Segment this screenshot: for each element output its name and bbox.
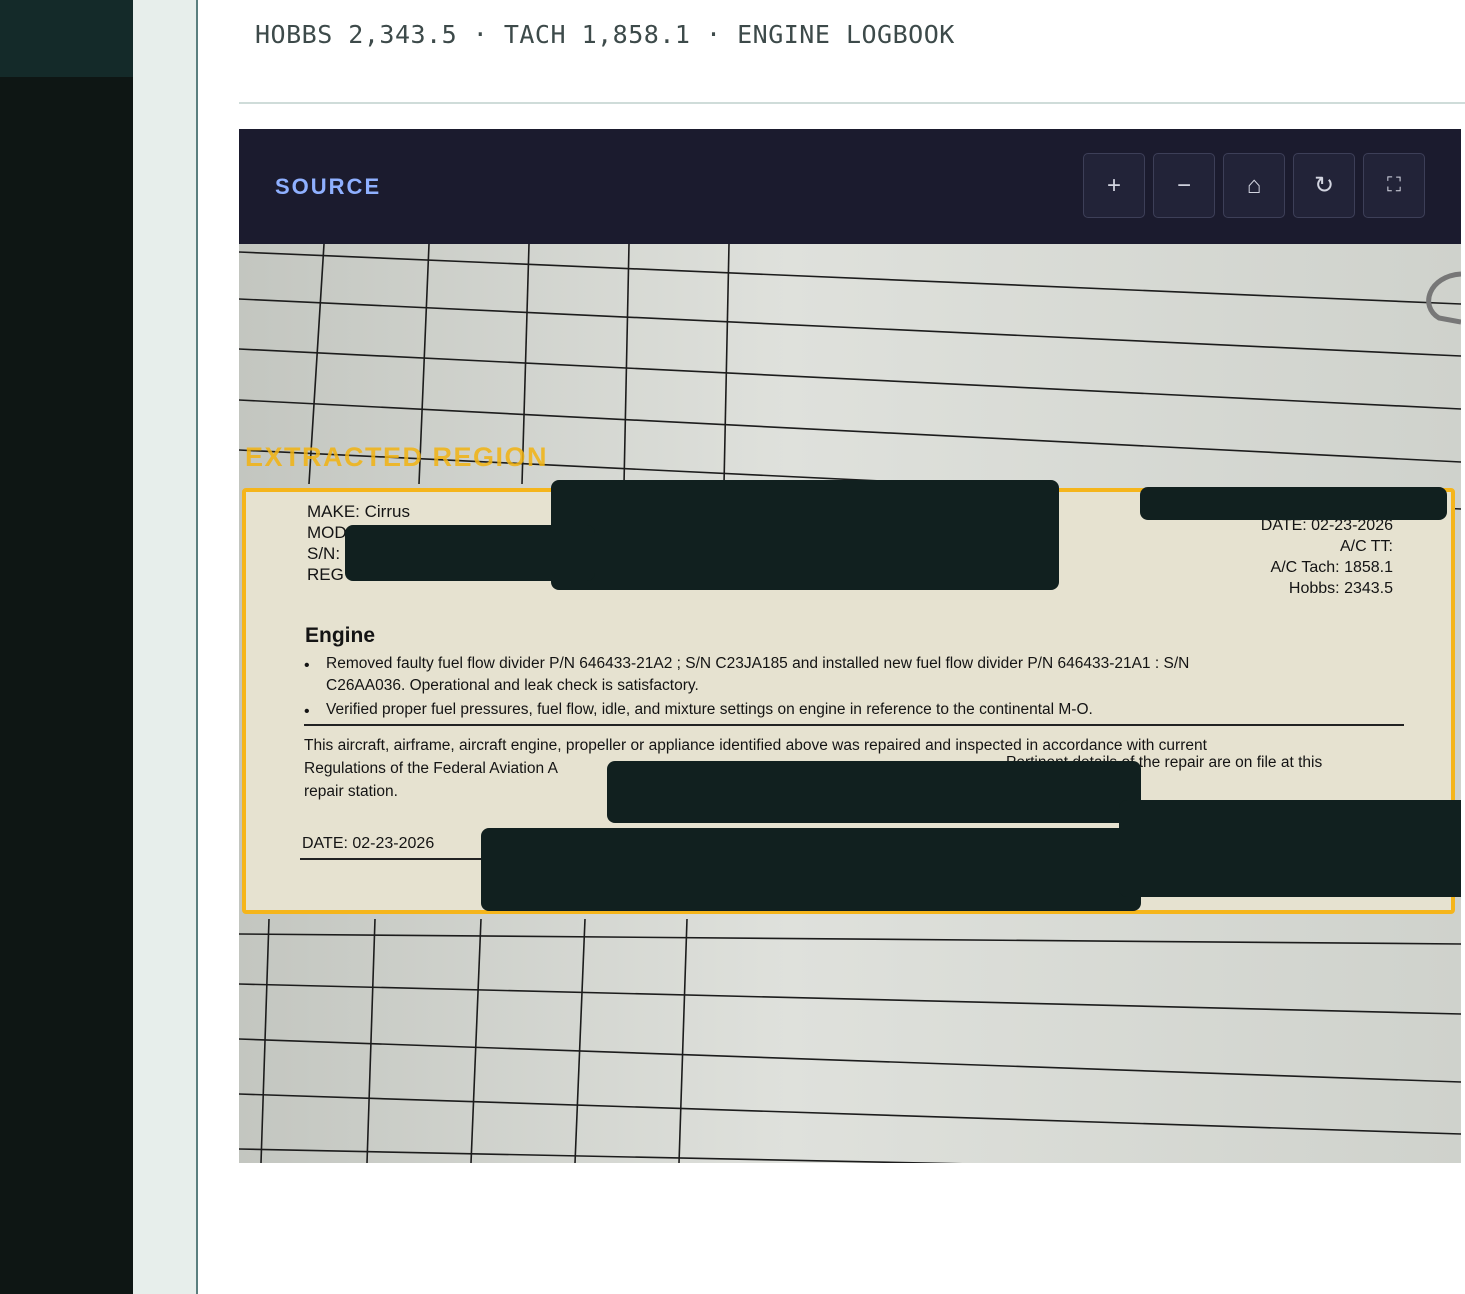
gutter [133, 0, 197, 1294]
section-divider [239, 102, 1465, 104]
doc-cert-line-2: Regulations of the Federal Aviation A [304, 760, 558, 777]
doc-cert-line-3: repair station. [304, 783, 398, 800]
redaction-block [1140, 487, 1447, 520]
doc-rule [304, 724, 1404, 726]
source-image[interactable]: EXTRACTED REGION MAKE: Cirrus MOD S/N: R… [239, 244, 1461, 1163]
doc-model: MOD [307, 523, 347, 542]
doc-bullet-2: Verified proper fuel pressures, fuel flo… [326, 701, 1093, 718]
zoom-out-button[interactable]: − [1153, 153, 1215, 218]
redaction-block [1119, 800, 1461, 897]
doc-ac-tt: A/C TT: [1339, 538, 1393, 555]
vertical-divider [196, 0, 198, 1294]
doc-date-bottom: DATE: 02-23-2026 [302, 835, 435, 852]
doc-make: MAKE: Cirrus [307, 502, 410, 521]
doc-bullet-1-line-2: C26AA036. Operational and leak check is … [326, 677, 699, 694]
record-meta-line: HOBBS 2,343.5 · TACH 1,858.1 · ENGINE LO… [255, 20, 955, 49]
rotate-button[interactable]: ↻ [1293, 153, 1355, 218]
zoom-in-button[interactable]: + [1083, 153, 1145, 218]
redaction-block [345, 525, 595, 581]
doc-section-title: Engine [305, 624, 376, 647]
redaction-block [607, 761, 1141, 823]
doc-cert-line-1: This aircraft, airframe, aircraft engine… [304, 737, 1207, 754]
viewer-toolbar: SOURCE + − ⌂ ↻ ⛶ [239, 129, 1461, 244]
doc-registration: REG [307, 565, 344, 584]
rotate-icon: ↻ [1313, 172, 1335, 199]
doc-bullet-1-line-1: Removed faulty fuel flow divider P/N 646… [326, 655, 1190, 672]
doc-serial: S/N: [307, 544, 341, 563]
zoom-in-icon: + [1106, 171, 1121, 199]
zoom-out-icon: − [1176, 171, 1191, 199]
redaction-block [551, 480, 1059, 590]
bullet-1-marker: • [304, 657, 310, 674]
app-sidebar [0, 0, 133, 1294]
home-icon: ⌂ [1246, 171, 1262, 199]
source-viewer: SOURCE + − ⌂ ↻ ⛶ EXTRACTED REGION MAKE: … [239, 129, 1461, 1163]
viewer-title: SOURCE [275, 174, 382, 199]
sidebar-active-item[interactable] [0, 0, 133, 77]
fullscreen-button[interactable]: ⛶ [1363, 153, 1425, 218]
doc-ac-tach: A/C Tach: 1858.1 [1270, 559, 1393, 576]
reset-view-button[interactable]: ⌂ [1223, 153, 1285, 218]
fullscreen-icon: ⛶ [1387, 174, 1401, 196]
redaction-block [481, 828, 1141, 911]
doc-hobbs: Hobbs: 2343.5 [1288, 580, 1393, 597]
viewer-tools: + − ⌂ ↻ ⛶ [1083, 153, 1425, 218]
bullet-2-marker: • [304, 703, 310, 720]
extracted-region-label: EXTRACTED REGION [245, 442, 549, 472]
